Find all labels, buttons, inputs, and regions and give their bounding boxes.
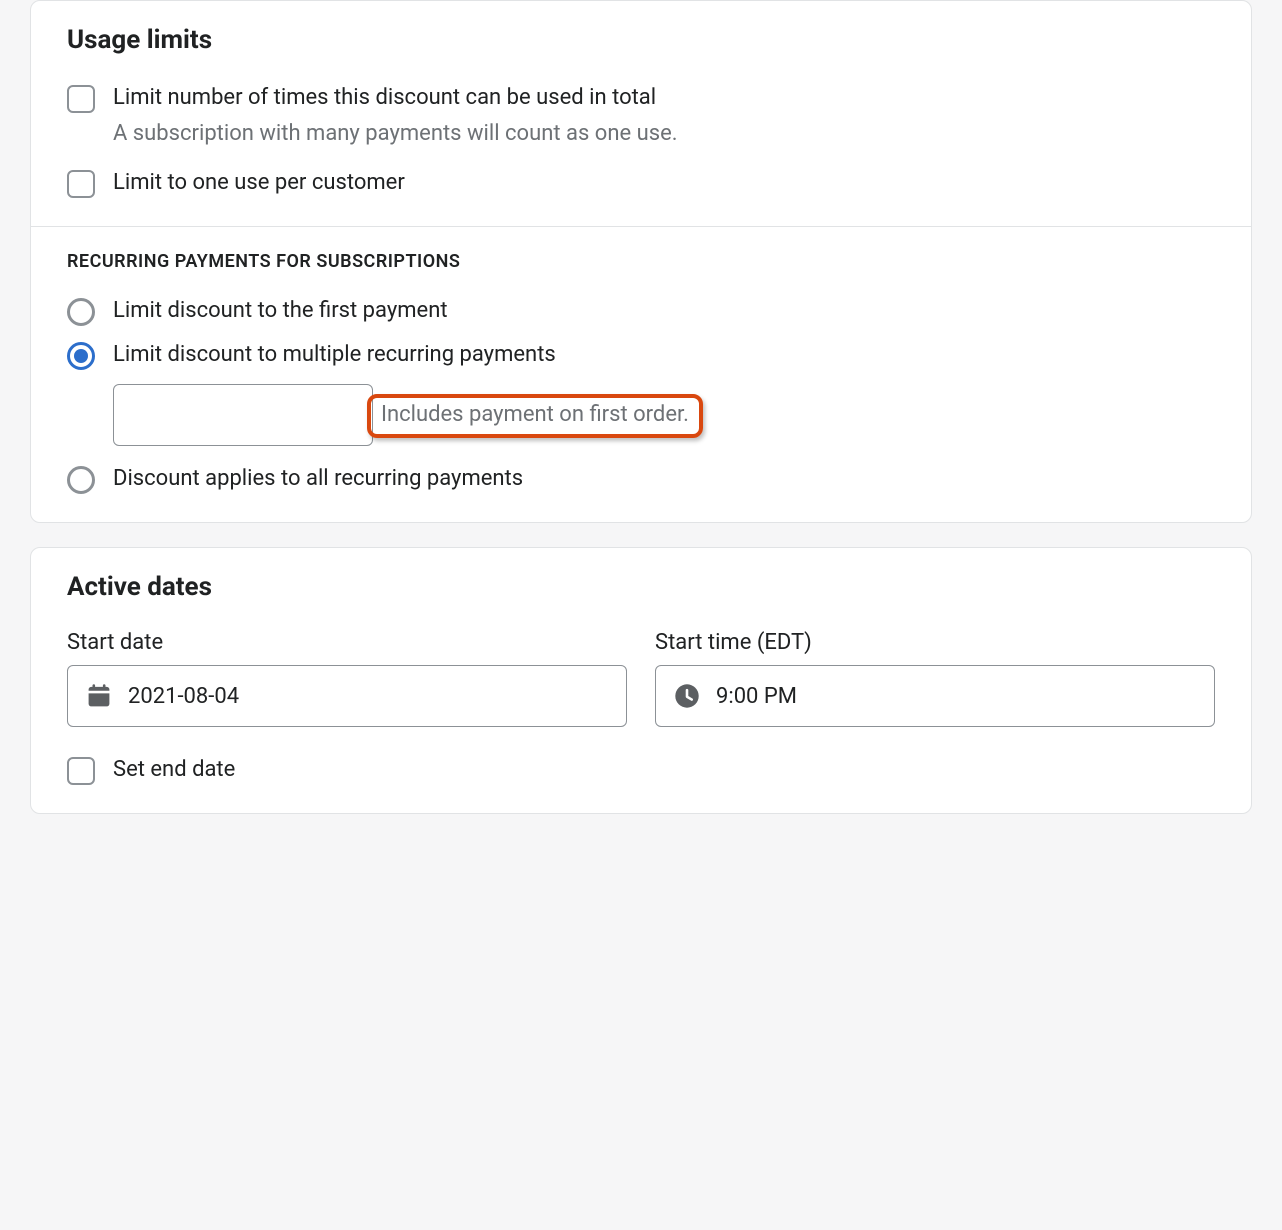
recurring-multiple-nested: Includes payment on first order. [113, 384, 1215, 446]
start-time-field: Start time (EDT) [655, 630, 1215, 727]
limit-total-help: A subscription with many payments will c… [113, 119, 1215, 149]
active-dates-title: Active dates [67, 572, 1215, 602]
start-time-input-wrap[interactable] [655, 665, 1215, 727]
start-time-label: Start time (EDT) [655, 630, 1215, 655]
usage-limits-card: Usage limits Limit number of times this … [30, 0, 1252, 523]
date-time-row: Start date Start time (EDT) [67, 630, 1215, 727]
recurring-multiple-helper-highlight: Includes payment on first order. [367, 394, 703, 438]
active-dates-section: Active dates Start date [31, 548, 1251, 813]
set-end-date-checkbox[interactable] [67, 757, 95, 785]
recurring-all-radio[interactable] [67, 466, 95, 494]
recurring-section: RECURRING PAYMENTS FOR SUBSCRIPTIONS Lim… [31, 227, 1251, 522]
usage-limits-section: Usage limits Limit number of times this … [31, 1, 1251, 226]
page-bottom-padding [0, 838, 1282, 1008]
recurring-multiple-count-input[interactable] [113, 384, 373, 446]
limit-per-customer-body: Limit to one use per customer [113, 168, 1215, 198]
limit-total-row: Limit number of times this discount can … [67, 83, 1215, 148]
recurring-all-label[interactable]: Discount applies to all recurring paymen… [113, 464, 1215, 494]
start-date-field: Start date [67, 630, 627, 727]
recurring-first-label[interactable]: Limit discount to the first payment [113, 296, 1215, 326]
recurring-multiple-helper: Includes payment on first order. [381, 400, 689, 430]
start-date-input[interactable] [128, 684, 608, 709]
start-time-input[interactable] [716, 684, 1196, 709]
recurring-multiple-radio[interactable] [67, 342, 95, 370]
recurring-first-body: Limit discount to the first payment [113, 296, 1215, 326]
calendar-icon [86, 683, 112, 709]
limit-total-checkbox[interactable] [67, 85, 95, 113]
limit-total-label[interactable]: Limit number of times this discount can … [113, 83, 1215, 113]
recurring-multiple-body: Limit discount to multiple recurring pay… [113, 340, 1215, 370]
recurring-multiple-row: Limit discount to multiple recurring pay… [67, 340, 1215, 370]
recurring-multiple-label[interactable]: Limit discount to multiple recurring pay… [113, 340, 1215, 370]
usage-limits-title: Usage limits [67, 25, 1215, 55]
limit-per-customer-checkbox[interactable] [67, 170, 95, 198]
set-end-date-body: Set end date [113, 755, 1215, 785]
limit-per-customer-label[interactable]: Limit to one use per customer [113, 168, 1215, 198]
set-end-date-row: Set end date [67, 755, 1215, 785]
active-dates-card: Active dates Start date [30, 547, 1252, 814]
recurring-first-radio[interactable] [67, 298, 95, 326]
start-date-label: Start date [67, 630, 627, 655]
start-date-input-wrap[interactable] [67, 665, 627, 727]
recurring-heading: RECURRING PAYMENTS FOR SUBSCRIPTIONS [67, 251, 1215, 272]
recurring-all-body: Discount applies to all recurring paymen… [113, 464, 1215, 494]
limit-total-body: Limit number of times this discount can … [113, 83, 1215, 148]
clock-icon [674, 683, 700, 709]
recurring-all-row: Discount applies to all recurring paymen… [67, 464, 1215, 494]
limit-per-customer-row: Limit to one use per customer [67, 168, 1215, 198]
set-end-date-label[interactable]: Set end date [113, 755, 1215, 785]
recurring-first-row: Limit discount to the first payment [67, 296, 1215, 326]
